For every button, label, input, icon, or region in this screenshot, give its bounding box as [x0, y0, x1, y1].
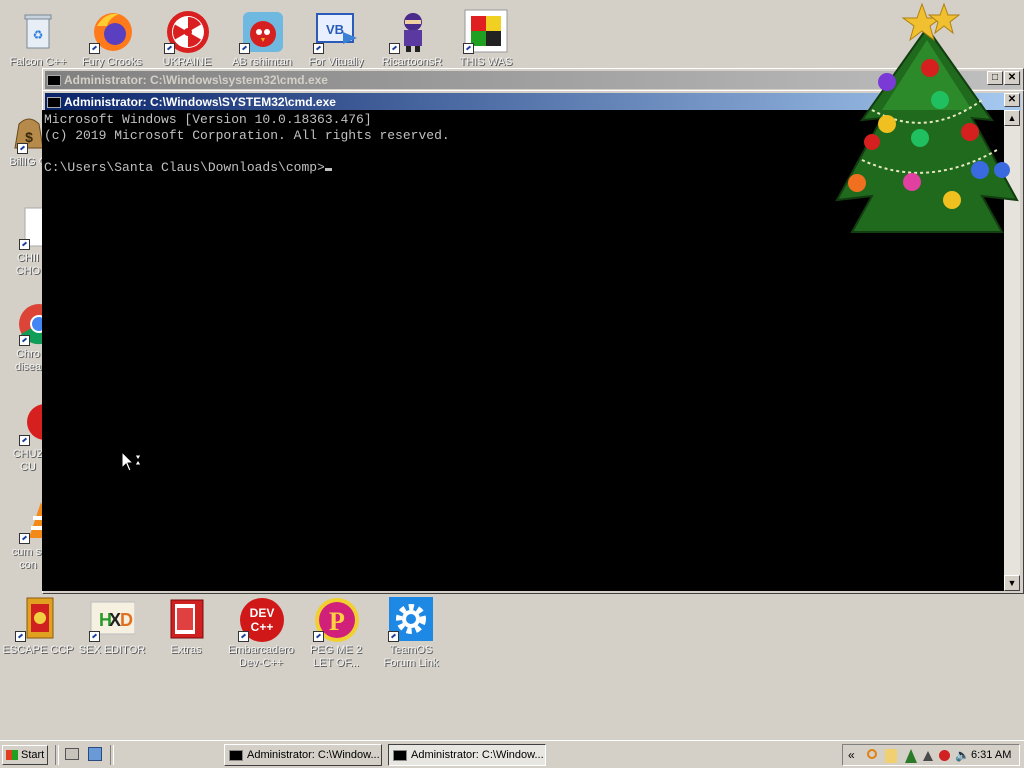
- desktop-icon-label: Extras: [170, 644, 202, 656]
- taskbar-button-cmd-2[interactable]: Administrator: C:\Window...: [388, 744, 546, 766]
- taskbar: Start Administrator: C:\Window... Admini…: [0, 740, 1024, 768]
- window-title: Administrator: C:\Windows\SYSTEM32\cmd.e…: [64, 95, 336, 109]
- shortcut-arrow-icon: [389, 43, 400, 54]
- scroll-down-button[interactable]: ▼: [1004, 575, 1020, 591]
- shortcut-arrow-icon: [19, 335, 30, 346]
- system-tray: « 🔈 6:31 AM: [842, 744, 1020, 766]
- shortcut-arrow-icon: [313, 43, 324, 54]
- chinese-book-icon: [15, 596, 61, 642]
- quicklaunch-app-icon[interactable]: [88, 747, 102, 761]
- p-logo-icon: P: [313, 596, 359, 642]
- start-button[interactable]: Start: [2, 745, 48, 765]
- shortcut-arrow-icon: [89, 631, 100, 642]
- desktop-icon-ricartoons[interactable]: RicartoonsR: [374, 8, 450, 69]
- tree-tray-icon[interactable]: [905, 749, 917, 763]
- tray-expand-button[interactable]: «: [848, 748, 855, 762]
- svg-text:C++: C++: [251, 620, 274, 634]
- start-label: Start: [21, 749, 45, 761]
- shortcut-arrow-icon: [313, 631, 324, 642]
- radiation-icon: [164, 8, 210, 54]
- desktop-icon-recycle[interactable]: ♻ Falcon C++: [0, 8, 76, 69]
- shortcut-arrow-icon: [463, 43, 474, 54]
- quicklaunch-separator: [55, 745, 59, 765]
- desktop-icon-label: Forum Link: [383, 657, 439, 669]
- volume-icon[interactable]: 🔈: [955, 748, 970, 762]
- desktop-icon-extras[interactable]: Extras: [148, 596, 224, 657]
- red-folder-icon: [163, 596, 209, 642]
- desktop-icon-label: Dev-C++: [238, 657, 284, 669]
- desktop-icon-peg-me[interactable]: P PEG ME 2 LET OF...: [298, 596, 374, 670]
- shortcut-arrow-icon: [239, 43, 250, 54]
- tray-triangle-icon[interactable]: [923, 751, 933, 761]
- windows-logo-icon: [6, 750, 18, 760]
- window-title: Administrator: C:\Windows\system32\cmd.e…: [64, 73, 328, 87]
- desktop-icon-firefox[interactable]: Fury Crooks: [74, 8, 150, 69]
- desktop-icon-label: TeamOS: [389, 644, 433, 656]
- search-icon[interactable]: [867, 749, 877, 759]
- shortcut-arrow-icon: [164, 43, 175, 54]
- taskbar-button-label: Administrator: C:\Window...: [411, 749, 544, 761]
- desktop-icon-label: ESCAPE CCP: [2, 644, 74, 656]
- shortcut-arrow-icon: [19, 435, 30, 446]
- colored-square-icon: [463, 8, 509, 54]
- desktop-icon-label: PEG ME 2: [310, 644, 362, 656]
- desktop-icon-angry-birds[interactable]: AB rshimtan: [224, 8, 300, 69]
- svg-text:P: P: [329, 607, 345, 636]
- desktop-icon-teamos[interactable]: TeamOS Forum Link: [373, 596, 449, 670]
- shortcut-arrow-icon: [17, 143, 28, 154]
- taskbar-button-label: Administrator: C:\Window...: [247, 749, 380, 761]
- desktop-icon-escape-ccp[interactable]: ESCAPE CCP: [0, 596, 76, 657]
- ninja-icon: [389, 8, 435, 54]
- svg-text:VB: VB: [326, 22, 344, 37]
- gear-icon: [388, 596, 434, 642]
- text-cursor: [324, 168, 332, 171]
- christmas-tree-decoration: [832, 0, 1022, 240]
- shortcut-arrow-icon: [388, 631, 399, 642]
- angry-bird-icon: [239, 8, 285, 54]
- shortcut-arrow-icon: [15, 631, 26, 642]
- antivirus-icon[interactable]: [939, 750, 950, 761]
- tray-app-icon[interactable]: [885, 749, 897, 763]
- shortcut-arrow-icon: [89, 43, 100, 54]
- desktop-icon-devcpp[interactable]: DEV C++ Embarcadero Dev-C++: [223, 596, 299, 670]
- cmd-icon: [229, 749, 243, 761]
- devcpp-icon: DEV C++: [238, 596, 284, 642]
- firefox-icon: [89, 8, 135, 54]
- desktop-icon-label: SEX EDITOR: [78, 644, 146, 656]
- hxd-icon: HXD: [89, 596, 136, 642]
- busy-cursor-icon: [121, 450, 145, 473]
- desktop-icon-label: LET OF...: [312, 657, 360, 669]
- shortcut-arrow-icon: [19, 239, 30, 250]
- cmd-icon: [47, 74, 61, 86]
- svg-text:D: D: [120, 610, 133, 630]
- vb-icon: VB: [313, 8, 359, 54]
- cmd-icon: [47, 96, 61, 108]
- desktop-icon-vb[interactable]: VB For Vitually: [298, 8, 374, 69]
- recycle-bin-icon: ♻: [15, 8, 61, 54]
- console-prompt: C:\Users\Santa Claus\Downloads\comp>: [44, 160, 325, 175]
- desktop-icon-label: Embarcadero: [227, 644, 295, 656]
- desktop-icon-ukraine[interactable]: UKRAINE: [149, 8, 225, 69]
- quicklaunch-separator: [110, 745, 114, 765]
- svg-text:♻: ♻: [33, 28, 44, 42]
- shortcut-arrow-icon: [238, 631, 249, 642]
- svg-text:DEV: DEV: [250, 606, 275, 620]
- clock[interactable]: 6:31 AM: [971, 749, 1011, 761]
- show-desktop-icon[interactable]: [65, 748, 79, 760]
- desktop-icon-this-was[interactable]: THIS WAS: [448, 8, 524, 69]
- cmd-icon: [393, 749, 407, 761]
- taskbar-button-cmd-1[interactable]: Administrator: C:\Window...: [224, 744, 382, 766]
- desktop-icon-sex-editor[interactable]: HXD SEX EDITOR: [74, 596, 150, 657]
- shortcut-arrow-icon: [19, 533, 30, 544]
